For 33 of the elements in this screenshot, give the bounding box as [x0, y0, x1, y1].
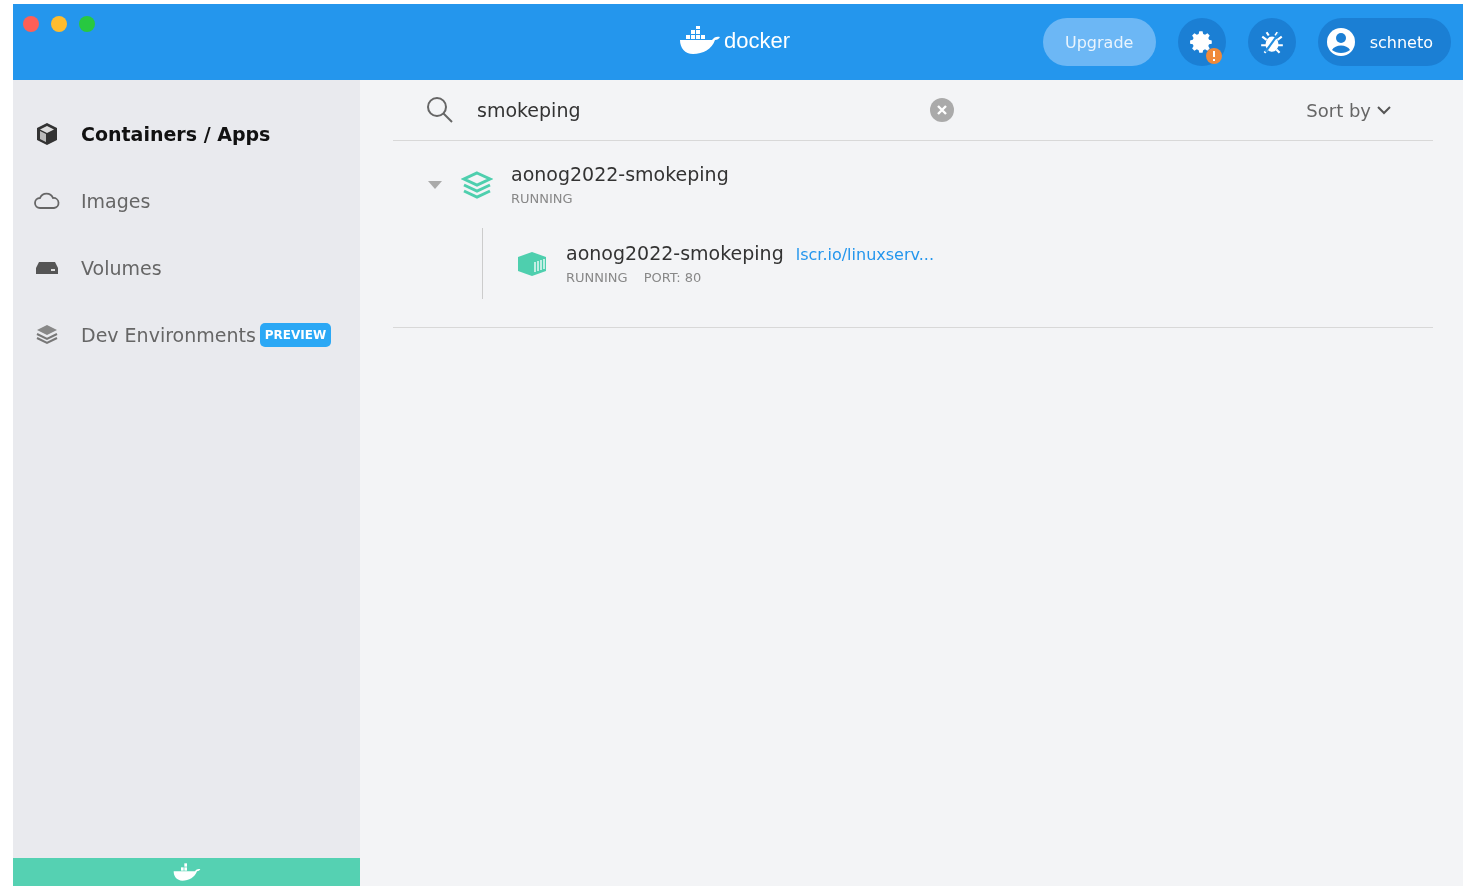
logo-text: docker — [724, 28, 791, 54]
bug-icon — [1258, 29, 1285, 55]
zoom-button[interactable] — [79, 16, 95, 32]
gear-icon — [1188, 29, 1215, 55]
close-button[interactable] — [23, 16, 39, 32]
sort-button[interactable]: Sort by — [1300, 98, 1397, 122]
chevron-down-icon — [1377, 105, 1391, 115]
sidebar-item[interactable]: Containers / Apps — [13, 100, 360, 167]
sidebar-item[interactable]: Images — [13, 167, 360, 234]
container-name: aonog2022-smokeping — [566, 242, 784, 264]
drive-icon — [33, 259, 61, 276]
settings-button[interactable] — [1177, 18, 1226, 66]
cloud-icon — [33, 190, 61, 211]
app-status: RUNNING — [511, 191, 574, 206]
clear-icon[interactable] — [929, 97, 955, 123]
app-name: aonog2022-smokeping — [511, 163, 729, 185]
bug-button[interactable] — [1247, 18, 1296, 66]
account-button[interactable]: schneto — [1317, 18, 1451, 66]
preview-badge: PREVIEW — [259, 322, 332, 347]
stack-icon — [461, 169, 493, 200]
port-label: PORT: 80 — [643, 270, 702, 285]
caret-icon[interactable] — [427, 179, 443, 190]
whale-icon — [171, 862, 202, 882]
user-icon — [1325, 27, 1356, 57]
search-icon — [425, 95, 455, 125]
whale-icon — [678, 26, 722, 56]
minimize-button[interactable] — [51, 16, 67, 32]
container-icon — [516, 249, 548, 278]
container-status: RUNNING — [566, 270, 628, 285]
search-field[interactable]: smokeping — [477, 99, 907, 121]
sidebar-item[interactable]: Dev Environments PREVIEW — [13, 301, 360, 368]
image-link[interactable]: lscr.io/linuxserv... — [795, 245, 934, 264]
sidebar-item[interactable]: Volumes — [13, 234, 360, 301]
